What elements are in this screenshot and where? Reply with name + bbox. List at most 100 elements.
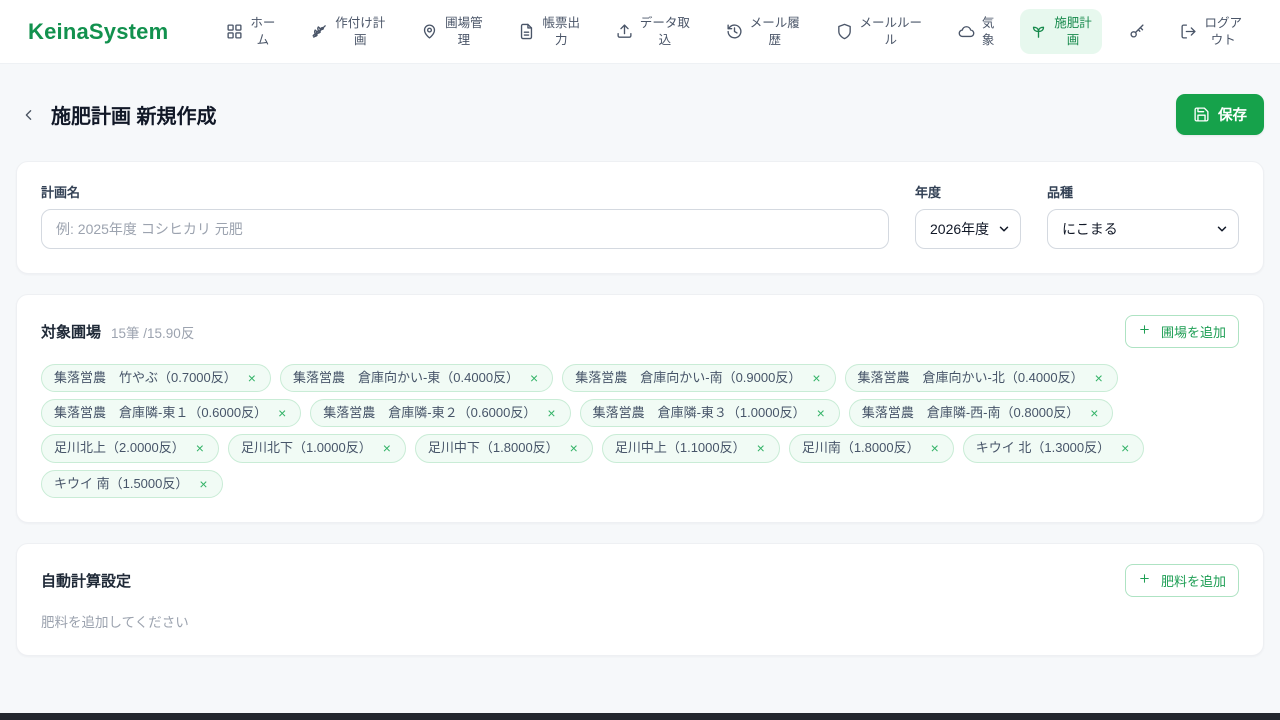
field-tag: 集落営農 倉庫向かい-南（0.9000反） × [562,364,836,393]
nav-item-data-import[interactable]: データ取 込 [606,9,700,54]
save-button[interactable]: 保存 [1176,94,1264,135]
field-tag-label: 集落営農 倉庫隣-西-南（0.8000反） [861,405,1080,421]
brand-logo: KeinaSystem [28,18,169,44]
remove-tag-button[interactable]: × [815,405,827,421]
field-tag-label: キウイ 北（1.3000反） [975,440,1111,456]
remove-tag-button[interactable]: × [1093,370,1105,386]
auto-calc-title: 自動計算設定 [41,572,132,590]
nav-item-label: 帳票出 力 [542,16,580,47]
remove-tag-button[interactable]: × [276,405,288,421]
auto-calc-card: 自動計算設定 肥料を追加 肥料を追加してください [16,542,1264,656]
field-tag: 足川南（1.8000反） × [788,434,954,463]
nav-item-label: 作付け計 画 [335,16,386,47]
logout-icon [1180,23,1197,40]
back-button[interactable] [16,102,41,127]
wheat-icon [311,23,328,40]
remove-tag-button[interactable]: × [810,370,822,386]
field-tag-label: 足川北上（2.0000反） [54,440,185,456]
remove-tag-button[interactable]: × [1119,440,1131,456]
nav-item-weather[interactable]: 気 象 [948,9,1005,54]
add-fertilizer-button[interactable]: 肥料を追加 [1124,563,1239,597]
field-tag: 集落営農 倉庫隣-東２（0.6000反） × [310,399,571,428]
nav-item-label: メール履 歴 [749,16,800,47]
nav-items: ホー ム 作付け計 画 圃場管 理 帳票出 力 データ取 込 メール履 歴 メールルー ル 気… [216,9,1252,54]
field-tags: 集落営農 竹やぶ（0.7000反） × 集落営農 倉庫向かい-東（0.4000反） ×… [41,364,1239,498]
history-icon [726,23,743,40]
field-tag-label: キウイ 南（1.5000反） [54,475,189,491]
remove-tag-button[interactable]: × [545,405,557,421]
field-tag: 足川北下（1.0000反） × [227,434,406,463]
field-tag: 集落営農 倉庫向かい-北（0.4000反） × [844,364,1118,393]
nav-item-label: ログア ウト [1204,16,1242,47]
field-tag-label: 集落営農 倉庫隣-東３（1.0000反） [592,405,806,421]
target-fields-title: 対象圃場 [41,324,102,341]
field-tag: キウイ 南（1.5000反） × [41,469,223,498]
key-icon [1128,23,1145,40]
plus-icon [1138,323,1155,340]
field-tag-label: 集落営農 倉庫隣-東１（0.6000反） [54,405,268,421]
add-fertilizer-button-label: 肥料を追加 [1160,573,1226,589]
remove-tag-button[interactable]: × [246,370,258,386]
year-select[interactable]: 2026年度 [915,209,1021,249]
nav-item-label: 圃場管 理 [445,16,483,47]
field-tag: 足川北上（2.0000反） × [41,434,219,463]
field-tag: 集落営農 倉庫隣-西-南（0.8000反） × [848,399,1114,428]
plan-name-label: 計画名 [41,185,81,200]
nav-item-password[interactable] [1118,17,1155,46]
map-pin-icon [421,23,438,40]
remove-tag-button[interactable]: × [194,440,206,456]
page-header: 施肥計画 新規作成 保存 [16,94,1264,135]
field-tag: 集落営農 倉庫隣-東３（1.0000反） × [579,399,840,428]
nav-item-report-output[interactable]: 帳票出 力 [508,9,590,54]
field-tag-label: 足川中上（1.1000反） [614,440,746,456]
field-tag-label: 足川中下（1.8000反） [427,440,559,456]
field-tag-label: 集落営農 倉庫向かい-東（0.4000反） [292,370,520,385]
nav-item-logout[interactable]: ログア ウト [1170,9,1252,54]
remove-tag-button[interactable]: × [1088,405,1100,421]
field-tag-label: 集落営農 倉庫向かい-北（0.4000反） [857,370,1084,385]
field-tag-label: 足川北下（1.0000反） [240,440,372,456]
nav-item-label: 施肥計 画 [1054,16,1092,47]
variety-select[interactable]: にこまる [1047,209,1239,249]
chevron-left-icon [20,106,37,123]
nav-item-field-mgmt[interactable]: 圃場管 理 [411,9,493,54]
fields-count-text: 15筆 /15.90反 [111,325,195,341]
document-icon [518,23,535,40]
field-tag: 集落営農 竹やぶ（0.7000反） × [41,364,271,393]
nav-item-label: データ取 込 [639,16,690,47]
plan-name-input[interactable] [41,209,889,249]
sprout-icon [1030,23,1047,40]
top-navigation: KeinaSystem ホー ム 作付け計 画 圃場管 理 帳票出 力 データ取 込 メー… [0,0,1280,64]
remove-tag-button[interactable]: × [929,440,941,456]
nav-item-fertilization-plan[interactable]: 施肥計 画 [1020,9,1102,54]
cloud-icon [958,23,975,40]
nav-item-mail-rules[interactable]: メールルー ル [826,9,933,54]
field-tag-label: 集落営農 倉庫隣-東２（0.6000反） [323,405,537,421]
nav-item-label: メールルー ル [859,16,923,47]
field-tag-label: 集落営農 竹やぶ（0.7000反） [54,370,237,385]
nav-item-label: 気 象 [981,16,995,47]
target-fields-card: 対象圃場 15筆 /15.90反 圃場を追加 集落営農 竹やぶ（0.7000反）… [16,294,1264,523]
field-tag-label: 足川南（1.8000反） [801,440,920,456]
plan-info-card: 計画名 年度 2026年度 品種 にこまる [16,161,1264,274]
remove-tag-button[interactable]: × [528,370,540,386]
save-icon [1193,106,1210,123]
nav-item-home[interactable]: ホー ム [216,9,285,54]
remove-tag-button[interactable]: × [568,440,580,456]
shield-icon [836,23,853,40]
nav-item-mail-history[interactable]: メール履 歴 [716,9,810,54]
field-tag: キウイ 北（1.3000反） × [962,434,1145,463]
variety-label: 品種 [1047,185,1074,200]
remove-tag-button[interactable]: × [381,440,393,456]
add-field-button-label: 圃場を追加 [1160,325,1226,340]
field-tag: 足川中下（1.8000反） × [414,434,593,463]
add-field-button[interactable]: 圃場を追加 [1124,315,1239,348]
page-title: 施肥計画 新規作成 [51,106,217,128]
plus-icon [1138,572,1155,589]
nav-item-planting-plan[interactable]: 作付け計 画 [301,9,395,54]
remove-tag-button[interactable]: × [755,440,767,456]
remove-tag-button[interactable]: × [197,476,209,492]
upload-icon [616,23,633,40]
fertilizer-empty-text: 肥料を追加してください [41,614,189,630]
field-tag: 足川中上（1.1000反） × [601,434,780,463]
